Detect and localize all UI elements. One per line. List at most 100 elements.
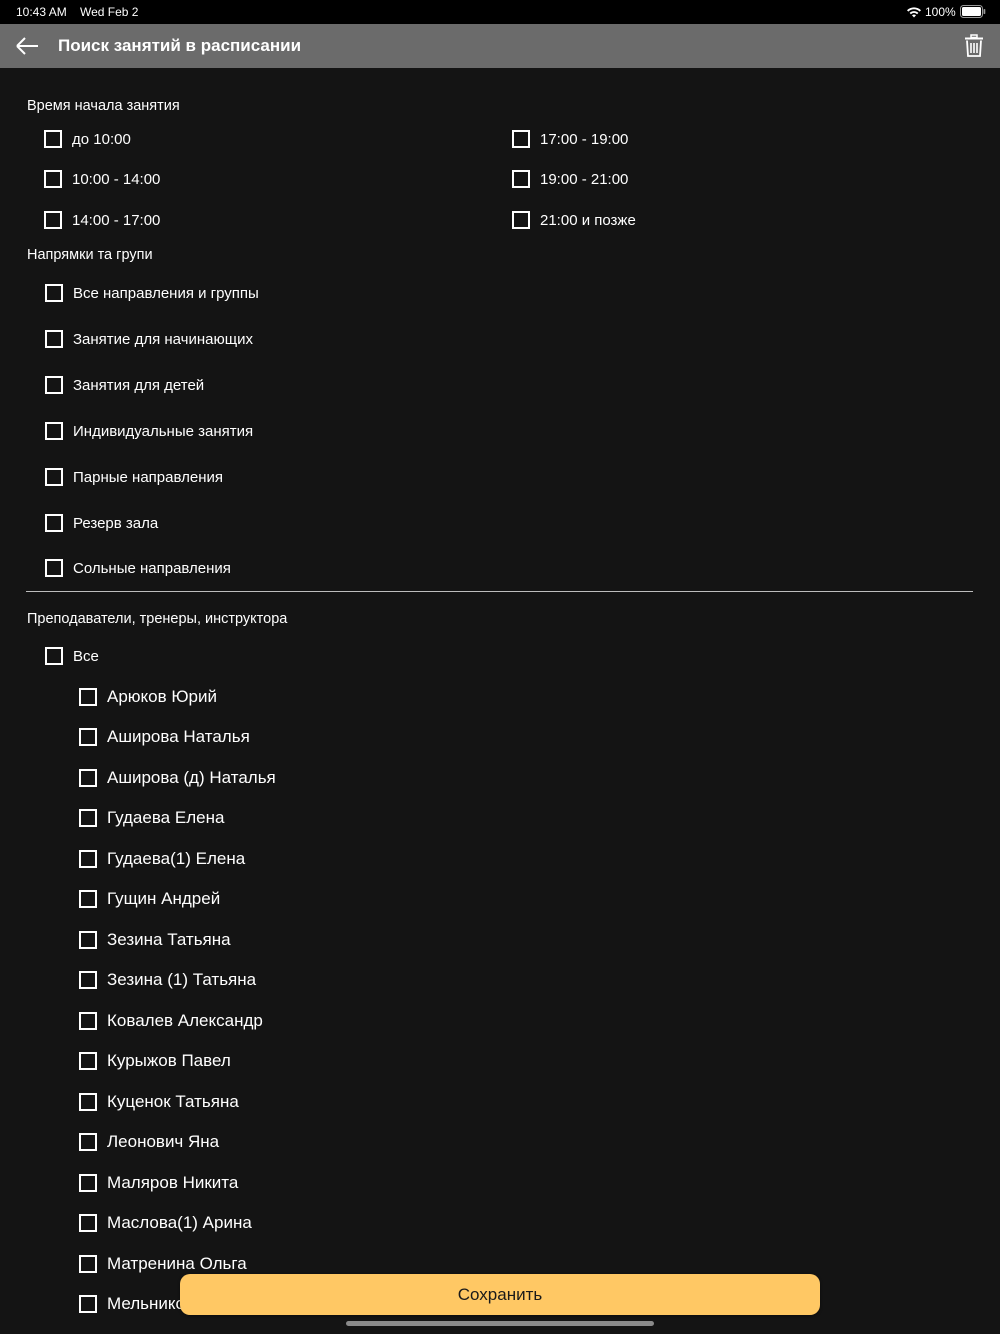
teacher-name: Зезина (1) Татьяна <box>107 970 257 989</box>
direction-option-checkbox[interactable]: Индивидуальные занятия <box>45 419 253 443</box>
teacher-name: Ковалев Александр <box>107 1011 263 1030</box>
teacher-name: Гудаева(1) Елена <box>107 849 246 868</box>
teacher-checkbox[interactable]: Зезина Татьяна <box>79 928 231 952</box>
directions-section-label: Напрямки та групи <box>27 247 153 263</box>
back-button[interactable] <box>8 31 44 61</box>
teacher-name: Аширова (д) Наталья <box>107 768 276 787</box>
teacher-checkbox[interactable]: Леонович Яна <box>79 1130 219 1154</box>
checkbox-icon <box>45 330 63 348</box>
direction-option-checkbox[interactable]: Занятия для детей <box>45 373 204 397</box>
app-bar: Поиск занятий в расписании <box>0 24 1000 68</box>
direction-option-label: Все направления и группы <box>73 284 259 302</box>
checkbox-icon <box>45 647 63 665</box>
checkbox-icon <box>79 971 97 989</box>
time-option-checkbox[interactable]: до 10:00 <box>44 127 131 151</box>
checkbox-icon <box>45 422 63 440</box>
teacher-checkbox[interactable]: Гущин Андрей <box>79 887 220 911</box>
time-section-label: Время начала занятия <box>27 98 180 114</box>
checkbox-icon <box>79 809 97 827</box>
direction-option-label: Парные направления <box>73 468 223 486</box>
page-title: Поиск занятий в расписании <box>58 36 302 55</box>
teacher-checkbox[interactable]: Аширова Наталья <box>79 725 250 749</box>
section-divider <box>26 591 973 592</box>
teacher-checkbox[interactable]: Курыжов Павел <box>79 1049 231 1073</box>
time-option-checkbox[interactable]: 17:00 - 19:00 <box>512 127 628 151</box>
teacher-checkbox[interactable]: Ковалев Александр <box>79 1009 263 1033</box>
time-option-checkbox[interactable]: 10:00 - 14:00 <box>44 167 160 191</box>
wifi-icon <box>907 7 921 18</box>
teacher-checkbox[interactable]: Гудаева Елена <box>79 806 224 830</box>
status-time: 10:43 AM <box>16 5 67 19</box>
checkbox-icon <box>79 688 97 706</box>
checkbox-icon <box>79 1093 97 1111</box>
teacher-name: Гущин Андрей <box>107 889 221 908</box>
clear-filters-button[interactable] <box>960 32 988 60</box>
arrow-left-icon <box>16 37 38 55</box>
checkbox-icon <box>45 376 63 394</box>
teacher-name: Маляров Никита <box>107 1173 239 1192</box>
direction-option-label: Резерв зала <box>73 514 159 532</box>
battery-icon <box>960 5 986 18</box>
checkbox-icon <box>512 211 530 229</box>
checkbox-icon <box>512 170 530 188</box>
checkbox-icon <box>45 284 63 302</box>
checkbox-icon <box>44 211 62 229</box>
teacher-name: Аширова Наталья <box>107 727 250 746</box>
teacher-name: Куценок Татьяна <box>107 1092 239 1111</box>
teacher-checkbox[interactable]: Арюков Юрий <box>79 685 217 709</box>
direction-option-checkbox[interactable]: Занятие для начинающих <box>45 327 253 351</box>
teacher-name: Курыжов Павел <box>107 1051 231 1070</box>
teacher-checkbox[interactable]: Мельнико <box>79 1292 185 1316</box>
battery-percent: 100% <box>925 5 956 19</box>
checkbox-icon <box>79 890 97 908</box>
teacher-checkbox[interactable]: Аширова (д) Наталья <box>79 766 276 790</box>
all-teachers-checkbox[interactable]: Все <box>45 644 99 668</box>
save-button[interactable]: Сохранить <box>180 1274 820 1315</box>
time-option-label: 10:00 - 14:00 <box>72 170 161 188</box>
direction-option-label: Индивидуальные занятия <box>73 422 254 440</box>
time-option-checkbox[interactable]: 19:00 - 21:00 <box>512 167 628 191</box>
teacher-name: Арюков Юрий <box>107 687 218 706</box>
direction-option-label: Занятия для детей <box>73 376 205 394</box>
checkbox-icon <box>45 468 63 486</box>
checkbox-icon <box>79 728 97 746</box>
trash-icon <box>965 34 983 57</box>
status-bar: 10:43 AM Wed Feb 2 100% <box>0 0 1000 24</box>
teachers-section-label: Преподаватели, тренеры, инструктора <box>27 611 288 627</box>
checkbox-icon <box>512 130 530 148</box>
direction-option-checkbox[interactable]: Резерв зала <box>45 511 158 535</box>
checkbox-icon <box>79 1052 97 1070</box>
direction-option-checkbox[interactable]: Парные направления <box>45 465 223 489</box>
time-option-label: 14:00 - 17:00 <box>72 211 161 229</box>
checkbox-icon <box>79 850 97 868</box>
checkbox-icon <box>79 1133 97 1151</box>
direction-option-label: Занятие для начинающих <box>73 330 253 348</box>
direction-option-checkbox[interactable]: Сольные направления <box>45 556 231 580</box>
time-option-checkbox[interactable]: 14:00 - 17:00 <box>44 208 160 232</box>
teacher-checkbox[interactable]: Матренина Ольга <box>79 1252 247 1276</box>
home-indicator <box>346 1321 654 1326</box>
checkbox-icon <box>45 514 63 532</box>
checkbox-icon <box>79 1012 97 1030</box>
teacher-checkbox[interactable]: Куценок Татьяна <box>79 1090 239 1114</box>
checkbox-icon <box>44 130 62 148</box>
checkbox-icon <box>79 1174 97 1192</box>
teacher-checkbox[interactable]: Зезина (1) Татьяна <box>79 968 256 992</box>
teacher-name: Зезина Татьяна <box>107 930 231 949</box>
checkbox-icon <box>44 170 62 188</box>
direction-option-label: Сольные направления <box>73 559 231 577</box>
checkbox-icon <box>79 769 97 787</box>
time-option-checkbox[interactable]: 21:00 и позже <box>512 208 636 232</box>
teacher-checkbox[interactable]: Гудаева(1) Елена <box>79 847 245 871</box>
status-date: Wed Feb 2 <box>80 5 139 19</box>
teacher-name: Матренина Ольга <box>107 1254 247 1273</box>
teacher-checkbox[interactable]: Маслова(1) Арина <box>79 1211 252 1235</box>
teacher-name: Гудаева Елена <box>107 808 225 827</box>
all-teachers-label: Все <box>73 647 99 665</box>
time-option-label: 21:00 и позже <box>540 211 636 229</box>
teacher-checkbox[interactable]: Маляров Никита <box>79 1171 238 1195</box>
teacher-name: Маслова(1) Арина <box>107 1213 252 1232</box>
checkbox-icon <box>79 1214 97 1232</box>
teacher-name: Леонович Яна <box>107 1132 220 1151</box>
direction-option-checkbox[interactable]: Все направления и группы <box>45 281 259 305</box>
